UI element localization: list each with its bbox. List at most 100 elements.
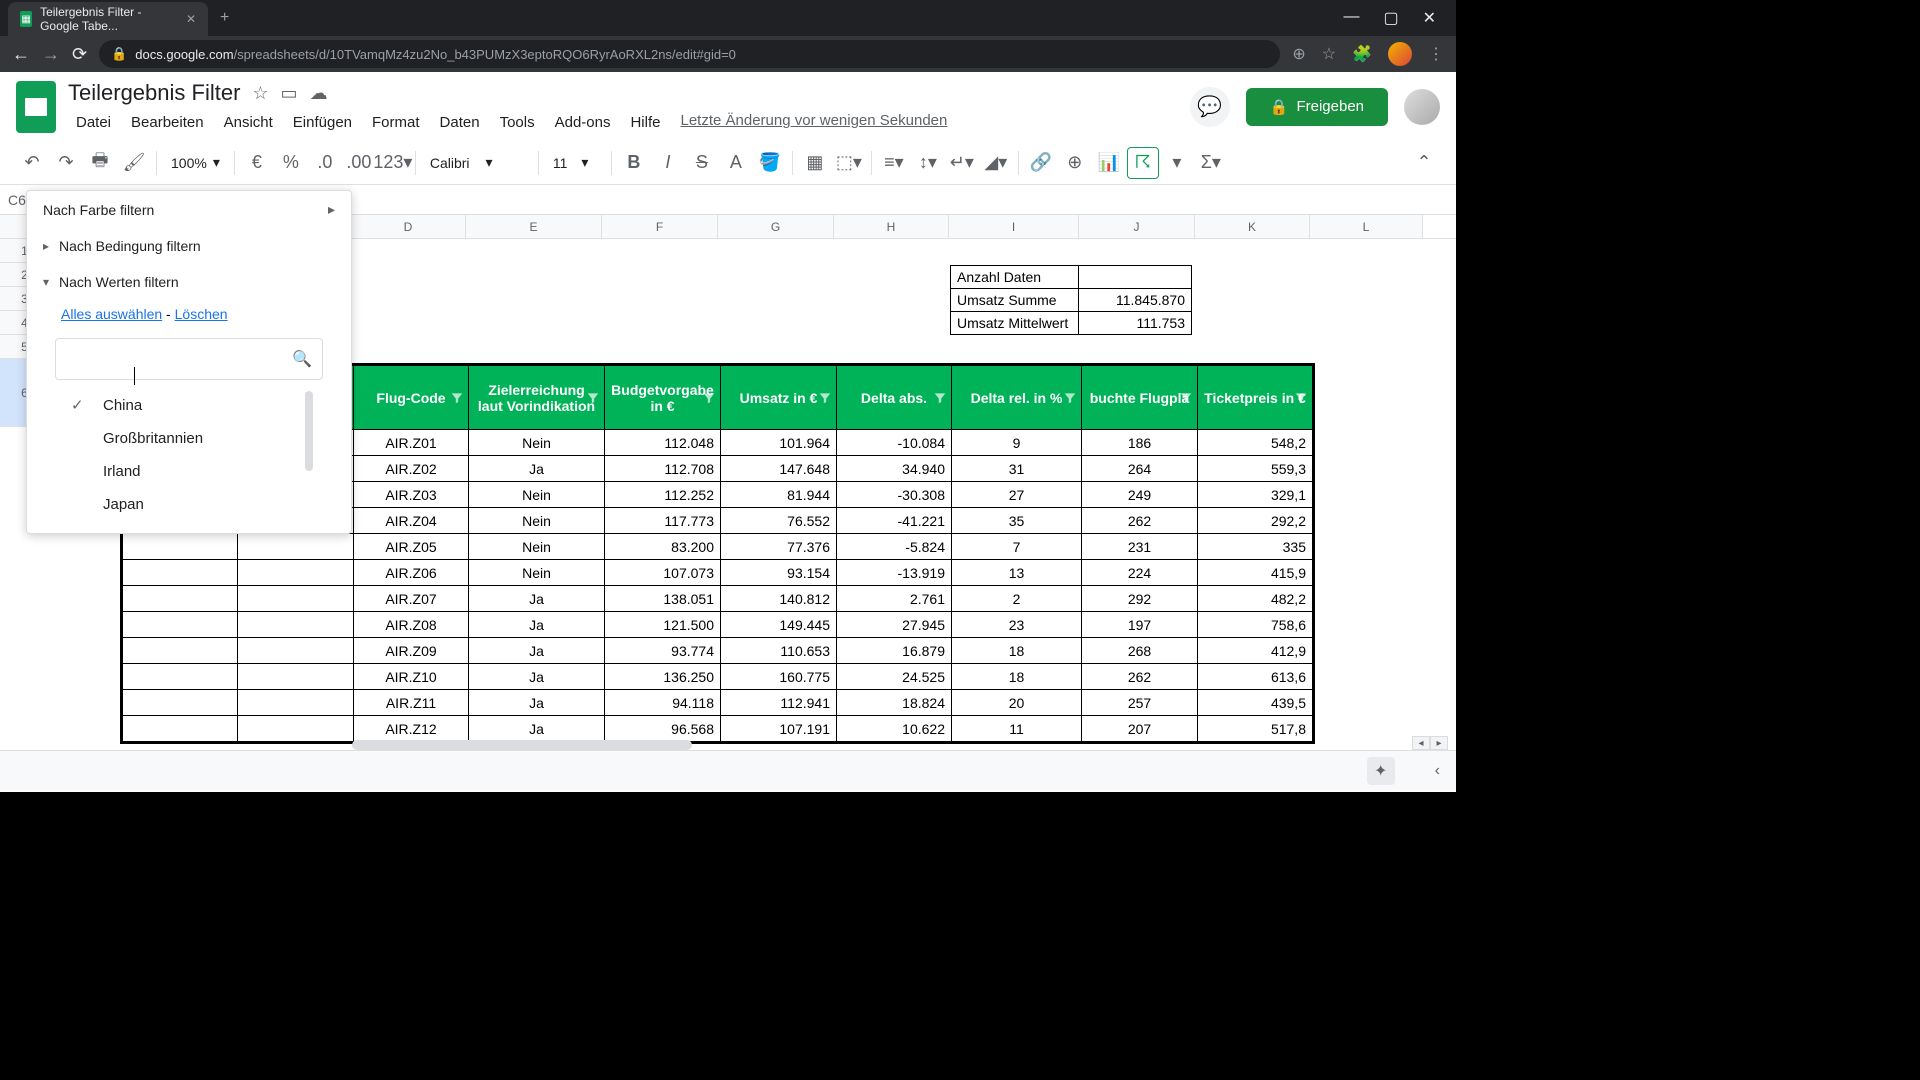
explore-button[interactable]: ✦ — [1367, 757, 1395, 785]
column-filter-icon[interactable] — [702, 391, 716, 405]
v-align-icon[interactable]: ↕▾ — [912, 147, 944, 179]
col-header[interactable]: E — [466, 215, 602, 238]
increase-decimal-icon[interactable]: .00 — [343, 147, 375, 179]
text-wrap-icon[interactable]: ↵▾ — [946, 147, 978, 179]
link-icon[interactable]: 🔗 — [1025, 147, 1057, 179]
menu-ansicht[interactable]: Ansicht — [216, 112, 281, 133]
menu-icon[interactable]: ⋮ — [1428, 44, 1444, 64]
expand-toolbar-icon[interactable]: ⌃ — [1408, 147, 1440, 179]
back-icon[interactable]: ← — [12, 44, 30, 65]
font-size-select[interactable]: 11▾ — [545, 154, 605, 171]
filter-value-item[interactable]: Irland — [55, 455, 323, 488]
move-icon[interactable]: ▭ — [281, 83, 298, 104]
column-filter-icon[interactable] — [1294, 391, 1308, 405]
borders-icon[interactable]: ▦ — [799, 147, 831, 179]
menu-addons[interactable]: Add-ons — [547, 112, 619, 133]
filter-by-values[interactable]: ▾ Nach Werten filtern — [27, 264, 351, 300]
zoom-icon[interactable]: ⊕ — [1292, 44, 1305, 64]
filter-by-condition[interactable]: ▸ Nach Bedingung filtern — [27, 228, 351, 264]
profile-avatar-icon[interactable] — [1388, 42, 1412, 66]
italic-icon[interactable]: I — [652, 147, 684, 179]
col-header[interactable]: D — [351, 215, 466, 238]
last-edit-link[interactable]: Letzte Änderung vor wenigen Sekunden — [680, 112, 947, 133]
bold-icon[interactable]: B — [618, 147, 650, 179]
zoom-select[interactable]: 100%▾ — [163, 154, 228, 171]
paint-format-icon[interactable]: 🖌 — [118, 147, 150, 179]
column-filter-icon[interactable] — [818, 391, 832, 405]
scrollbar[interactable] — [305, 391, 313, 471]
font-select[interactable]: Calibri▾ — [422, 154, 532, 171]
menu-einfuegen[interactable]: Einfügen — [285, 112, 360, 133]
column-filter-icon[interactable] — [933, 391, 947, 405]
menu-datei[interactable]: Datei — [68, 112, 119, 133]
filter-value-item[interactable]: Japan — [55, 488, 323, 521]
select-all-link[interactable]: Alles auswählen — [61, 306, 162, 322]
menu-tools[interactable]: Tools — [492, 112, 543, 133]
fill-color-icon[interactable]: 🪣 — [754, 147, 786, 179]
percent-icon[interactable]: % — [275, 147, 307, 179]
redo-icon[interactable]: ↷ — [50, 147, 82, 179]
comments-button[interactable]: 💬 — [1190, 87, 1230, 127]
document-title[interactable]: Teilergebnis Filter — [68, 80, 240, 106]
share-button[interactable]: 🔒 Freigeben — [1246, 88, 1388, 126]
sheets-header: Teilergebnis Filter ☆ ▭ ☁ Datei Bearbeit… — [0, 72, 1456, 141]
side-panel-toggle[interactable]: ‹ — [1435, 762, 1440, 780]
extensions-icon[interactable]: 🧩 — [1352, 44, 1372, 64]
filter-value-item[interactable]: Großbritannien — [55, 422, 323, 455]
functions-icon[interactable]: Σ▾ — [1195, 147, 1227, 179]
col-header[interactable]: F — [602, 215, 718, 238]
close-window-icon[interactable]: ✕ — [1423, 8, 1436, 28]
menu-format[interactable]: Format — [364, 112, 428, 133]
col-header[interactable]: H — [834, 215, 949, 238]
print-icon[interactable]: 🖶 — [84, 147, 116, 179]
reload-icon[interactable]: ⟳ — [72, 44, 87, 65]
search-icon[interactable]: 🔍 — [292, 349, 312, 369]
col-header[interactable]: J — [1079, 215, 1195, 238]
column-filter-icon[interactable] — [586, 391, 600, 405]
h-align-icon[interactable]: ≡▾ — [878, 147, 910, 179]
menu-hilfe[interactable]: Hilfe — [622, 112, 668, 133]
undo-icon[interactable]: ↶ — [16, 147, 48, 179]
strikethrough-icon[interactable]: S — [686, 147, 718, 179]
star-icon[interactable]: ☆ — [1322, 44, 1336, 64]
filter-search-input[interactable] — [66, 351, 292, 367]
filter-popup: Nach Farbe filtern ▸ ▸ Nach Bedingung fi… — [26, 190, 352, 534]
maximize-icon[interactable]: ▢ — [1383, 8, 1398, 28]
clear-link[interactable]: Löschen — [175, 306, 228, 322]
text-color-icon[interactable]: A — [720, 147, 752, 179]
cloud-status-icon[interactable]: ☁ — [310, 83, 328, 104]
col-header[interactable]: G — [718, 215, 834, 238]
sheets-logo-icon[interactable] — [16, 81, 56, 133]
filter-search[interactable]: 🔍 — [55, 338, 323, 380]
currency-icon[interactable]: € — [241, 147, 273, 179]
column-filter-icon[interactable] — [1063, 391, 1077, 405]
text-rotate-icon[interactable]: ◢▾ — [980, 147, 1012, 179]
forward-icon[interactable]: → — [42, 44, 60, 65]
scroll-right-icon[interactable]: ▸ — [1430, 736, 1448, 750]
minimize-icon[interactable]: — — [1343, 8, 1359, 28]
star-outline-icon[interactable]: ☆ — [252, 83, 268, 104]
new-tab-button[interactable]: + — [220, 9, 229, 27]
col-header[interactable]: L — [1310, 215, 1423, 238]
col-header[interactable]: I — [949, 215, 1079, 238]
close-tab-icon[interactable]: ✕ — [186, 12, 196, 26]
filter-views-icon[interactable]: ▾ — [1161, 147, 1193, 179]
user-avatar[interactable] — [1404, 89, 1440, 125]
filter-by-color[interactable]: Nach Farbe filtern ▸ — [27, 191, 351, 228]
url-bar[interactable]: 🔒 docs.google.com/spreadsheets/d/10TVamq… — [99, 40, 1280, 68]
horizontal-scrollbar[interactable] — [352, 740, 692, 750]
menu-bearbeiten[interactable]: Bearbeiten — [123, 112, 212, 133]
filter-value-item[interactable]: ✓China — [55, 388, 323, 422]
col-header[interactable]: K — [1195, 215, 1310, 238]
more-formats-icon[interactable]: 123▾ — [377, 147, 409, 179]
column-filter-icon[interactable] — [1179, 391, 1193, 405]
comment-icon[interactable]: ⊕ — [1059, 147, 1091, 179]
browser-tab[interactable]: ▦ Teilergebnis Filter - Google Tabe... ✕ — [8, 2, 208, 36]
column-filter-icon[interactable] — [450, 391, 464, 405]
decrease-decimal-icon[interactable]: .0 — [309, 147, 341, 179]
filter-icon[interactable]: ☈ — [1127, 147, 1159, 179]
merge-cells-icon[interactable]: ⬚▾ — [833, 147, 865, 179]
menu-daten[interactable]: Daten — [432, 112, 488, 133]
chart-icon[interactable]: 📊 — [1093, 147, 1125, 179]
scroll-left-icon[interactable]: ◂ — [1412, 736, 1430, 750]
